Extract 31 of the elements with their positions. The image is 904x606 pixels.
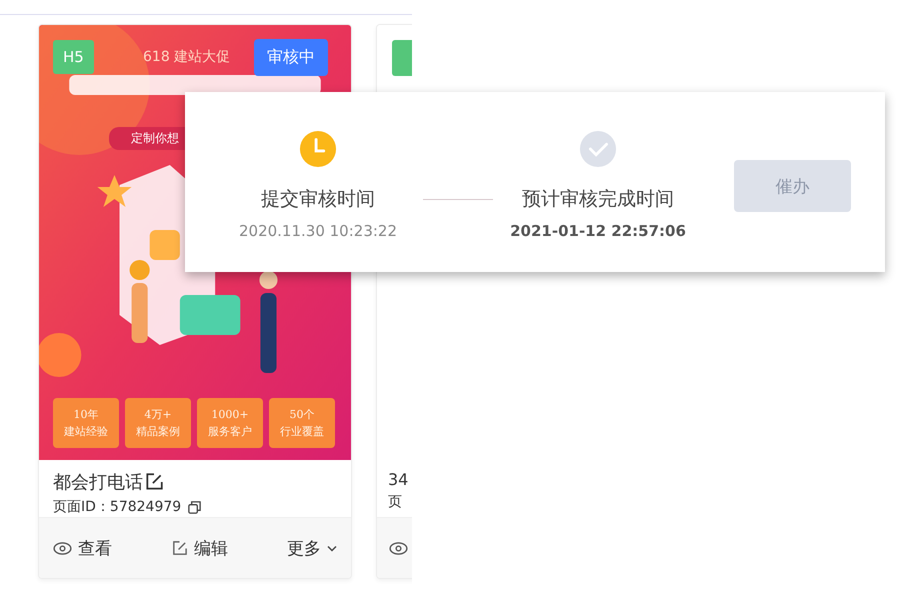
edit-icon[interactable]: [144, 472, 164, 492]
copy-icon[interactable]: [187, 500, 202, 514]
view-button[interactable]: 查看: [53, 536, 112, 560]
stat-value: 4万+: [144, 407, 172, 423]
eye-icon: [53, 542, 72, 554]
status-badge: 审核中: [254, 39, 328, 76]
edit-button[interactable]: 编辑: [171, 536, 228, 560]
step-label: 预计审核完成时间: [522, 187, 674, 212]
stat-value: 10年: [74, 407, 98, 423]
page-title: 34: [388, 470, 408, 489]
stat-value: 1000+: [211, 407, 249, 423]
more-button[interactable]: 更多: [287, 536, 337, 560]
eye-icon: [389, 542, 408, 554]
stat-value: 50个: [290, 407, 314, 423]
promo-text: 618 建站大促: [143, 48, 230, 66]
edit-icon: [171, 540, 188, 556]
step-time: 2021-01-12 22:57:06: [510, 222, 686, 240]
stat-label: 行业覆盖: [280, 424, 324, 440]
clock-icon: [299, 130, 337, 168]
step-time: 2020.11.30 10:23:22: [238, 222, 398, 240]
stat-label: 精品案例: [136, 424, 180, 440]
view-button[interactable]: [389, 542, 408, 554]
check-icon: [579, 130, 617, 168]
stat-label: 建站经验: [64, 424, 108, 440]
page-title: 都会打电话: [53, 471, 143, 494]
page-id: 页面ID：57824979: [53, 498, 182, 516]
stat-label: 服务客户: [208, 424, 252, 440]
step-label: 提交审核时间: [261, 187, 375, 212]
caret-icon: [327, 544, 337, 552]
page-id: 页: [388, 493, 402, 511]
h5-tag: H5: [53, 40, 94, 74]
